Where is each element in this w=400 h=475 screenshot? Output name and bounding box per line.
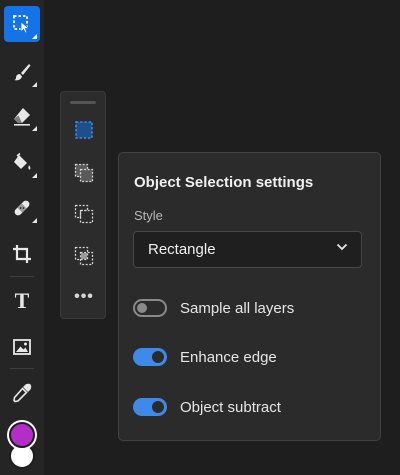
toggle-label: Enhance edge	[180, 348, 277, 366]
object-selection-icon	[11, 13, 33, 35]
style-label: Style	[134, 208, 163, 223]
left-toolbar: T	[0, 0, 44, 475]
image-icon	[11, 336, 33, 358]
rectangle-marquee-icon	[73, 119, 95, 146]
intersect-selection-button[interactable]	[70, 244, 98, 272]
app-stage: T ••• Object Selection settings Style Re…	[0, 0, 400, 475]
style-dropdown[interactable]: Rectangle	[133, 231, 362, 268]
add-selection-button[interactable]	[70, 161, 98, 189]
foreground-color-fill	[9, 422, 35, 448]
enhance-edge-row[interactable]: Enhance edge	[133, 347, 277, 367]
paint-bucket-icon	[11, 152, 33, 174]
add-selection-icon	[73, 162, 95, 189]
eraser-icon	[11, 105, 33, 127]
eraser-tool-button[interactable]	[4, 98, 40, 134]
sample-all-layers-toggle[interactable]	[133, 299, 167, 317]
brush-tool-button[interactable]	[4, 54, 40, 90]
subtract-selection-button[interactable]	[70, 202, 98, 230]
subtract-selection-icon	[73, 203, 95, 230]
bandage-icon	[11, 197, 33, 219]
popover-title: Object Selection settings	[134, 174, 314, 191]
eyedropper-icon	[11, 382, 33, 404]
enhance-edge-toggle[interactable]	[133, 348, 167, 366]
rectangle-marquee-button[interactable]	[70, 118, 98, 146]
more-icon: •••	[74, 288, 94, 305]
healing-tool-button[interactable]	[4, 190, 40, 226]
object-subtract-toggle[interactable]	[133, 398, 167, 416]
toolbar-divider	[10, 368, 34, 369]
chevron-down-icon	[335, 240, 349, 259]
selection-subtool-panel: •••	[60, 91, 106, 319]
toolbar-divider	[10, 276, 34, 277]
style-dropdown-value: Rectangle	[148, 241, 216, 258]
object-selection-tool-button[interactable]	[4, 6, 40, 42]
text-tool-button[interactable]: T	[4, 283, 40, 319]
more-options-button[interactable]: •••	[70, 283, 98, 311]
object-subtract-row[interactable]: Object subtract	[133, 397, 281, 417]
crop-icon	[11, 243, 33, 265]
text-icon: T	[14, 288, 30, 313]
sample-all-layers-row[interactable]: Sample all layers	[133, 298, 294, 318]
paint-bucket-tool-button[interactable]	[4, 145, 40, 181]
panel-drag-handle[interactable]	[70, 101, 96, 104]
foreground-color-swatch[interactable]	[7, 420, 37, 450]
intersect-selection-icon	[73, 245, 95, 272]
toggle-label: Object subtract	[180, 398, 281, 416]
toggle-label: Sample all layers	[180, 299, 295, 317]
image-tool-button[interactable]	[4, 329, 40, 365]
brush-icon	[11, 61, 33, 83]
crop-tool-button[interactable]	[4, 236, 40, 272]
object-selection-settings-popover: Object Selection settings Style Rectangl…	[118, 152, 381, 441]
eyedropper-tool-button[interactable]	[4, 375, 40, 411]
